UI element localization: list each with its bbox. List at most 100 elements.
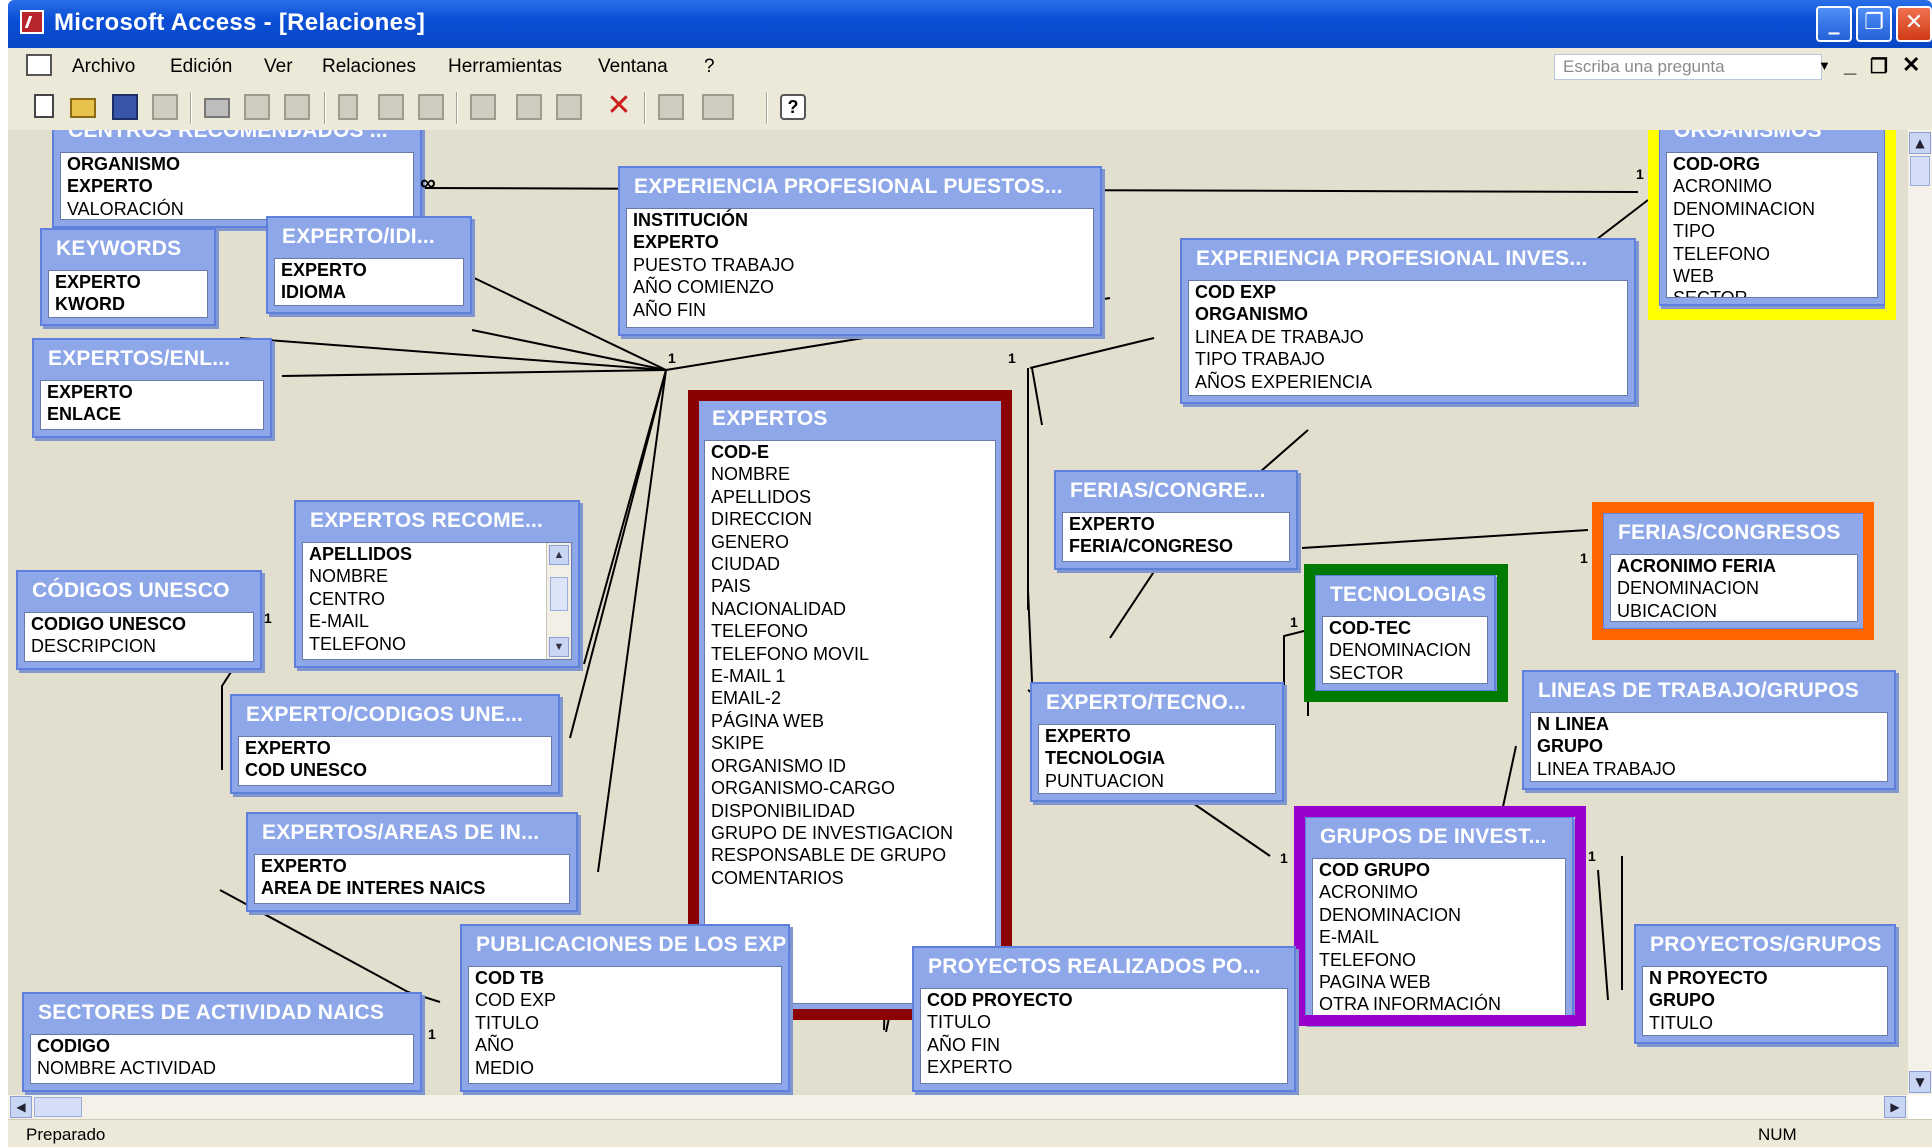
table-experto-tecnologia[interactable]: EXPERTO/TECNO... EXPERTO TECNOLOGIA PUNT…: [1030, 682, 1284, 802]
field[interactable]: ORGANISMO-CARGO: [705, 777, 995, 799]
field[interactable]: E-MAIL: [1313, 926, 1565, 948]
relationships-window-icon[interactable]: [152, 94, 178, 120]
restore-button[interactable]: ❐: [1856, 6, 1892, 42]
field[interactable]: COD TB: [469, 967, 781, 989]
table-title[interactable]: PUBLICACIONES DE LOS EXPE...: [462, 926, 788, 964]
field[interactable]: COD EXP: [469, 989, 781, 1011]
scroll-thumb[interactable]: [550, 577, 568, 611]
field[interactable]: UBICACION: [1611, 600, 1857, 621]
help-icon[interactable]: ?: [780, 94, 806, 120]
menu-edicion[interactable]: Edición: [170, 56, 232, 78]
scroll-thumb[interactable]: [34, 1097, 82, 1117]
table-title[interactable]: EXPERTO/IDI...: [268, 218, 470, 256]
show-direct-icon[interactable]: [516, 94, 542, 120]
field[interactable]: ORGANISMO: [61, 153, 413, 175]
menu-archivo[interactable]: Archivo: [72, 56, 135, 78]
field[interactable]: DENOMINACION: [1667, 198, 1877, 220]
field[interactable]: EXPERTO: [41, 381, 263, 403]
table-experto-codigos-unesco[interactable]: EXPERTO/CODIGOS UNE... EXPERTO COD UNESC…: [230, 694, 560, 794]
scroll-down-icon[interactable]: ▼: [1909, 1071, 1931, 1093]
field[interactable]: SECTOR: [1667, 287, 1877, 297]
field[interactable]: EXPERTO: [1039, 725, 1275, 747]
table-title[interactable]: LINEAS DE TRABAJO/GRUPOS: [1524, 672, 1894, 710]
relationships-doc-icon[interactable]: [26, 54, 52, 76]
print-icon[interactable]: [204, 98, 230, 118]
table-expertos-areas-interes[interactable]: EXPERTOS/AREAS DE IN... EXPERTO AREA DE …: [246, 812, 578, 912]
field[interactable]: SECTOR: [1323, 662, 1487, 683]
field[interactable]: NACIONALIDAD: [705, 598, 995, 620]
doc-restore-button[interactable]: ❐: [1870, 54, 1888, 79]
field[interactable]: GRUPO: [1531, 735, 1887, 757]
field[interactable]: WEB: [1667, 265, 1877, 287]
scroll-up-icon[interactable]: ▲: [549, 545, 569, 565]
table-title[interactable]: GRUPOS DE INVEST...: [1306, 818, 1572, 856]
field[interactable]: IDIOMA: [275, 281, 463, 303]
vertical-scrollbar[interactable]: ▲ ▼: [1908, 130, 1932, 1095]
field[interactable]: TITULO: [1643, 1012, 1887, 1034]
field[interactable]: APELLIDOS: [705, 486, 995, 508]
field[interactable]: DENOMINACION: [1611, 577, 1857, 599]
horizontal-scrollbar[interactable]: ◀ ▶: [8, 1095, 1908, 1119]
table-title[interactable]: EXPERTOS/ENL...: [34, 340, 270, 378]
field[interactable]: CIUDAD: [705, 553, 995, 575]
field[interactable]: CENTRO: [303, 588, 571, 610]
scroll-up-icon[interactable]: ▲: [1909, 132, 1931, 154]
field[interactable]: NOMBRE ACTIVIDAD: [31, 1057, 413, 1079]
table-proyectos-realizados[interactable]: PROYECTOS REALIZADOS PO... COD PROYECTO …: [912, 946, 1296, 1092]
cut-icon[interactable]: [338, 94, 358, 120]
open-icon[interactable]: [70, 98, 96, 118]
menu-relaciones[interactable]: Relaciones: [322, 56, 416, 78]
field[interactable]: EXPERTO: [1063, 513, 1289, 535]
delete-icon[interactable]: ✕: [606, 91, 632, 121]
scroll-down-icon[interactable]: ▼: [549, 637, 569, 657]
field[interactable]: AÑO COMIENZO: [627, 276, 1093, 298]
table-experiencia-investigacion[interactable]: EXPERIENCIA PROFESIONAL INVES... COD EXP…: [1180, 238, 1636, 404]
scroll-right-icon[interactable]: ▶: [1884, 1096, 1906, 1118]
field[interactable]: APELLIDOS: [303, 543, 571, 565]
table-title[interactable]: PROYECTOS/GRUPOS: [1636, 926, 1894, 964]
menu-ventana[interactable]: Ventana: [598, 56, 668, 78]
table-title[interactable]: PROYECTOS REALIZADOS PO...: [914, 948, 1294, 986]
field[interactable]: SKIPE: [705, 732, 995, 754]
field[interactable]: DISPONIBILIDAD: [705, 800, 995, 822]
table-title[interactable]: EXPERIENCIA PROFESIONAL PUESTOS...: [620, 168, 1100, 206]
field[interactable]: AÑO: [469, 1034, 781, 1056]
field[interactable]: COD-TEC: [1323, 617, 1487, 639]
table-expertos-recomendados[interactable]: EXPERTOS RECOME... APELLIDOS NOMBRE CENT…: [294, 500, 580, 668]
print-preview-icon[interactable]: [244, 94, 270, 120]
table-title[interactable]: SECTORES DE ACTIVIDAD NAICS: [24, 994, 420, 1032]
new-object-icon[interactable]: [702, 94, 734, 120]
copy-icon[interactable]: [378, 94, 404, 120]
field[interactable]: ORGANISMO ID: [705, 755, 995, 777]
menu-ver[interactable]: Ver: [264, 56, 293, 78]
table-title[interactable]: EXPERTOS: [698, 400, 1002, 438]
field[interactable]: PUNTUACION: [1039, 770, 1275, 792]
field[interactable]: DESCRIPCION: [25, 635, 253, 657]
field[interactable]: COD PROYECTO: [921, 989, 1287, 1011]
field[interactable]: COD EXP: [1189, 281, 1627, 303]
field[interactable]: NOMBRE: [303, 565, 571, 587]
field[interactable]: TIPO: [1667, 220, 1877, 242]
close-button[interactable]: ✕: [1896, 6, 1932, 42]
field[interactable]: RESPONSABLE DE GRUPO: [705, 844, 995, 866]
table-tecnologias[interactable]: TECNOLOGIAS COD-TEC DENOMINACION SECTOR: [1314, 574, 1496, 692]
field[interactable]: TITULO: [469, 1012, 781, 1034]
show-all-icon[interactable]: [556, 94, 582, 120]
table-title[interactable]: EXPERTO/TECNO...: [1032, 684, 1282, 722]
table-keywords[interactable]: KEYWORDS EXPERTO KWORD: [40, 228, 216, 326]
table-experto-idioma[interactable]: EXPERTO/IDI... EXPERTO IDIOMA: [266, 216, 472, 314]
field[interactable]: TITULO: [921, 1011, 1287, 1033]
table-title[interactable]: EXPERTOS RECOME...: [296, 502, 578, 540]
field-list-scrollbar[interactable]: ▲ ▼: [546, 543, 571, 659]
scroll-left-icon[interactable]: ◀: [10, 1096, 32, 1118]
table-title[interactable]: ORGANISMOS: [1660, 130, 1884, 150]
field[interactable]: AÑOS EXPERIENCIA: [1189, 371, 1627, 393]
field[interactable]: GRUPO DE INVESTIGACION: [705, 822, 995, 844]
table-title[interactable]: TECNOLOGIAS: [1316, 576, 1494, 614]
table-title[interactable]: KEYWORDS: [42, 230, 214, 268]
field[interactable]: PÁGINA WEB: [705, 710, 995, 732]
field[interactable]: COD-E: [705, 441, 995, 463]
field[interactable]: EXPERTO: [49, 271, 207, 293]
menu-ayuda[interactable]: ?: [704, 56, 715, 78]
field[interactable]: ORGANISMO: [1189, 303, 1627, 325]
